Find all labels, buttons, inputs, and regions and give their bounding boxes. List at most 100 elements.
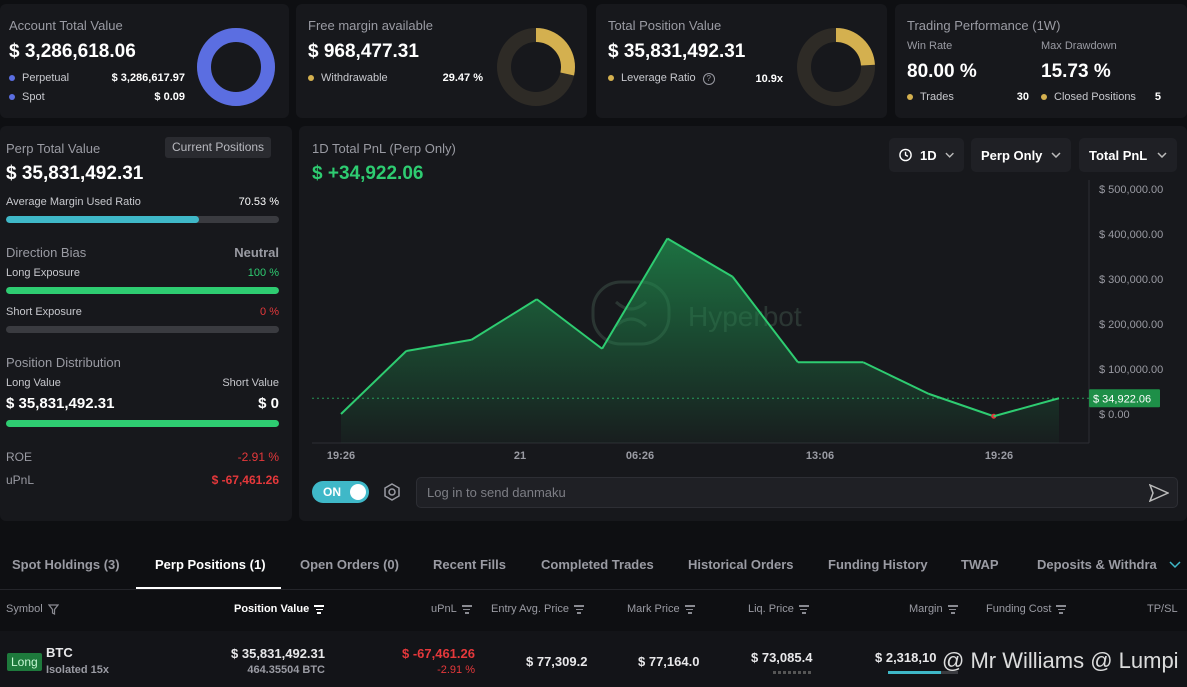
metric-dropdown[interactable]: Total PnL <box>1079 138 1177 172</box>
header-symbol[interactable]: Symbol <box>6 603 59 615</box>
free-margin-card: Free margin available $ 968,477.31 Withd… <box>296 4 587 118</box>
max-drawdown-label: Max Drawdown <box>1041 40 1117 52</box>
row-margin: $ 2,318,10 <box>875 650 937 665</box>
tab-twap[interactable]: TWAP <box>961 557 999 572</box>
header-liq-price-label: Liq. Price <box>748 603 794 616</box>
free-margin-title: Free margin available <box>308 18 434 33</box>
header-tpsl: TP/SL <box>1147 603 1178 615</box>
header-entry-price[interactable]: Entry Avg. Price <box>491 603 585 616</box>
liq-distance-bar <box>773 671 813 674</box>
header-margin[interactable]: Margin <box>909 603 958 616</box>
closed-positions-value: 5 <box>1154 91 1161 103</box>
account-total-value: $ 3,286,618.06 <box>9 41 136 62</box>
account-donut-chart <box>197 28 275 106</box>
header-position-value-label: Position Value <box>234 603 310 616</box>
tab-funding-history[interactable]: Funding History <box>828 557 928 572</box>
header-position-value[interactable]: Position Value <box>234 603 325 616</box>
x-tick-label: 19:26 <box>985 450 1013 462</box>
spot-label: Spot <box>22 91 45 103</box>
settings-icon[interactable] <box>383 483 401 501</box>
tabs-expand-icon[interactable] <box>1169 561 1181 569</box>
header-funding-cost-label: Funding Cost <box>986 603 1052 616</box>
trading-performance-title: Trading Performance (1W) <box>907 18 1061 33</box>
position-donut-chart <box>797 28 875 106</box>
current-value-label: $ 34,922.06 <box>1093 393 1151 405</box>
short-exposure-label: Short Exposure <box>6 306 82 318</box>
sort-icon <box>798 603 809 616</box>
tab-perp-positions[interactable]: Perp Positions (1) <box>155 557 266 572</box>
trading-performance-card: Trading Performance (1W) Win Rate 80.00 … <box>895 4 1187 118</box>
period-value: 1D <box>920 147 937 163</box>
row-upnl: $ -67,461.26 <box>401 646 475 661</box>
overlay-watermark: @ Mr Williams @ Lumpi <box>942 648 1179 673</box>
short-exposure-value: 0 % <box>260 306 279 318</box>
win-rate-value: 80.00 % <box>907 61 977 82</box>
position-distribution-bar <box>6 420 279 427</box>
max-drawdown-value: 15.73 % <box>1041 61 1111 82</box>
filter-icon[interactable] <box>47 603 59 615</box>
tab-open-orders[interactable]: Open Orders (0) <box>300 557 399 572</box>
avg-margin-label: Average Margin Used Ratio <box>6 196 141 208</box>
tab-completed-trades[interactable]: Completed Trades <box>541 557 654 572</box>
perp-total-title: Perp Total Value <box>6 141 101 156</box>
tab-deposits-withdraw[interactable]: Deposits & Withdraw <box>1037 557 1157 572</box>
trades-label: Trades <box>920 91 954 103</box>
header-symbol-label: Symbol <box>6 603 43 615</box>
header-funding-cost[interactable]: Funding Cost <box>986 603 1067 616</box>
current-positions-button[interactable]: Current Positions <box>165 137 272 158</box>
position-distribution-label: Position Distribution <box>6 355 121 370</box>
account-total-card: Account Total Value $ 3,286,618.06 Perpe… <box>0 4 289 118</box>
pnl-title: 1D Total PnL (Perp Only) <box>312 141 456 156</box>
danmaku-placeholder: Log in to send danmaku <box>427 485 566 500</box>
y-tick-label: $ 100,000.00 <box>1099 364 1163 376</box>
perp-total-value: $ 35,831,492.31 <box>6 163 144 184</box>
perpetual-label: Perpetual <box>22 72 70 84</box>
header-mark-price[interactable]: Mark Price <box>627 603 695 616</box>
header-tpsl-label: TP/SL <box>1147 603 1178 615</box>
y-tick-label: $ 500,000.00 <box>1099 184 1163 196</box>
header-liq-price[interactable]: Liq. Price <box>748 603 809 616</box>
total-position-title: Total Position Value <box>608 18 722 33</box>
metric-value: Total PnL <box>1089 147 1148 163</box>
x-tick-label: 13:06 <box>806 450 834 462</box>
x-tick-label: 06:26 <box>626 450 654 462</box>
perp-summary-panel: Perp Total Value Current Positions $ 35,… <box>0 126 292 521</box>
tab-spot-holdings[interactable]: Spot Holdings (3) <box>12 557 120 572</box>
sort-icon <box>1056 603 1067 616</box>
tab-historical-orders[interactable]: Historical Orders <box>688 557 794 572</box>
chevron-down-icon <box>945 152 954 158</box>
header-upnl[interactable]: uPnL <box>431 603 472 616</box>
pnl-area-fill <box>341 238 1059 443</box>
period-dropdown[interactable]: 1D <box>889 138 964 172</box>
withdrawable-value: 29.47 % <box>442 72 483 84</box>
header-upnl-label: uPnL <box>431 603 457 616</box>
leverage-ratio-label: Leverage Ratio <box>621 72 696 84</box>
clock-icon <box>899 148 912 162</box>
sort-icon <box>947 603 958 616</box>
scope-dropdown[interactable]: Perp Only <box>971 138 1071 172</box>
roe-label: ROE <box>6 450 33 464</box>
header-margin-label: Margin <box>909 603 943 616</box>
y-tick-label: $ 400,000.00 <box>1099 229 1163 241</box>
sort-icon <box>574 603 585 616</box>
short-exposure-bar <box>6 326 279 333</box>
chevron-down-icon <box>1157 152 1167 158</box>
danmaku-toggle[interactable]: ON <box>312 481 369 503</box>
tab-recent-fills[interactable]: Recent Fills <box>433 557 506 572</box>
long-exposure-value: 100 % <box>247 267 279 279</box>
y-tick-label: $ 300,000.00 <box>1099 274 1163 286</box>
help-icon[interactable]: ? <box>702 73 715 85</box>
mark-price: $ 77,164.0 <box>638 654 700 669</box>
danmaku-input[interactable]: Log in to send danmaku <box>416 477 1178 508</box>
chevron-down-icon <box>1051 152 1061 158</box>
y-tick-label: $ 200,000.00 <box>1099 319 1163 331</box>
send-icon[interactable] <box>1149 484 1169 502</box>
margin-mode: Isolated 15x <box>46 664 109 676</box>
symbol-name[interactable]: BTC <box>46 645 73 660</box>
free-margin-value: $ 968,477.31 <box>308 41 419 62</box>
long-exposure-bar <box>6 287 279 294</box>
withdrawable-label: Withdrawable <box>321 72 388 84</box>
position-size: 464.35504 BTC <box>247 664 325 676</box>
header-entry-price-label: Entry Avg. Price <box>491 603 570 616</box>
closed-positions-label: Closed Positions <box>1054 91 1136 103</box>
